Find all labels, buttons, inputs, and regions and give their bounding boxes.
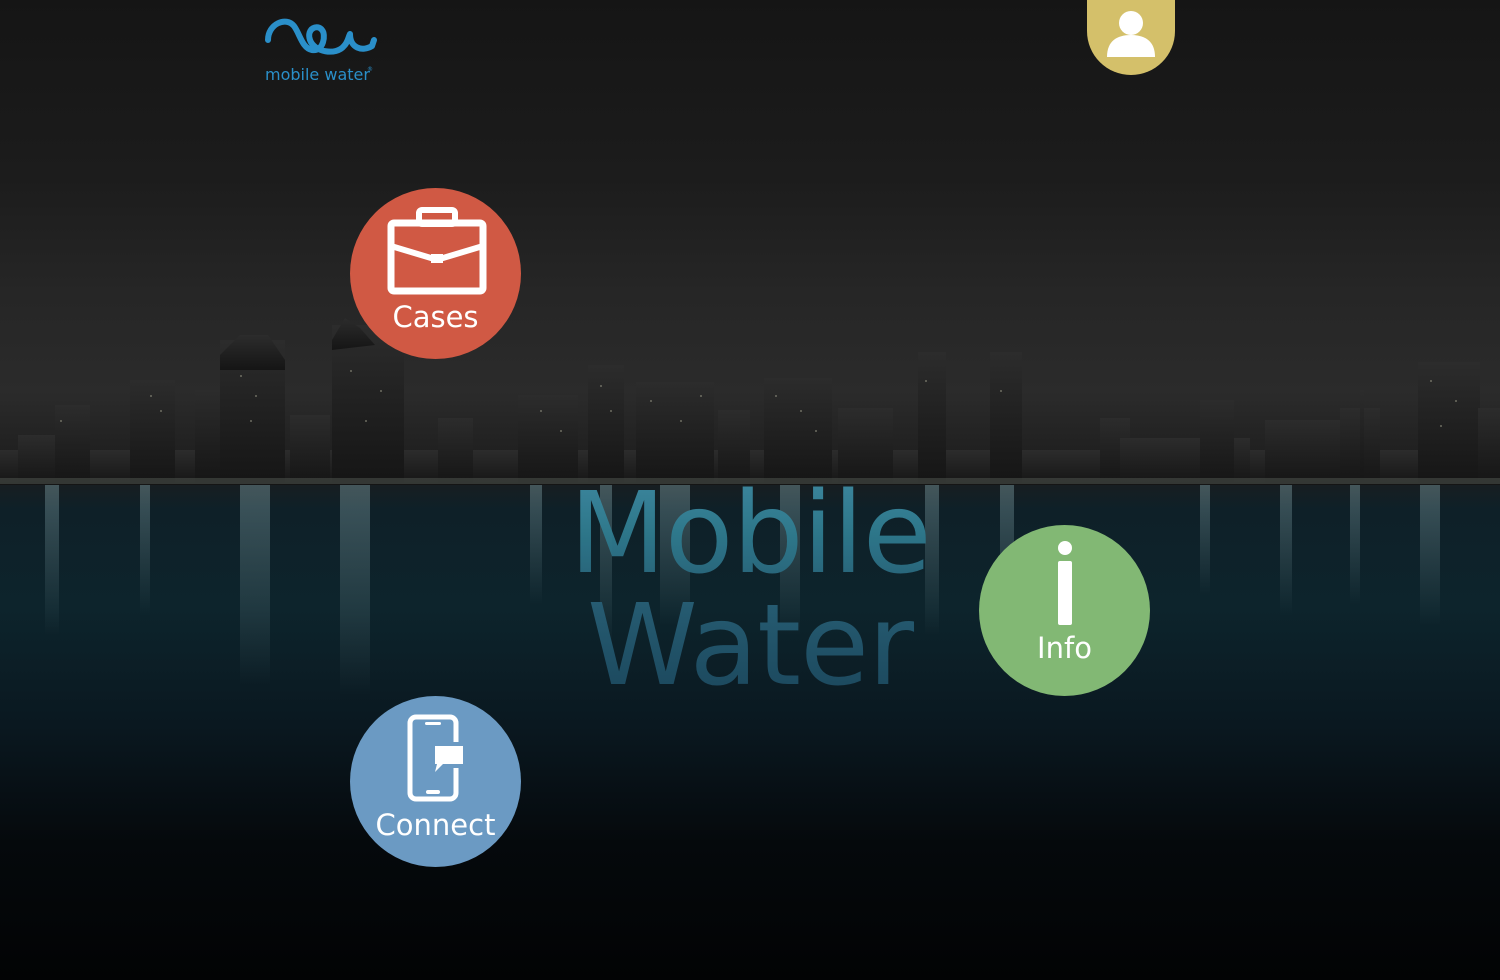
cases-button[interactable]: Cases xyxy=(350,188,521,359)
info-icon xyxy=(1058,541,1072,625)
connect-label: Connect xyxy=(375,808,496,842)
logo-text: mobile water xyxy=(265,65,370,84)
phone-chat-icon xyxy=(407,714,467,802)
hero-title: Mobile Water xyxy=(500,478,1000,702)
info-label: Info xyxy=(1037,631,1092,665)
hero-title-line2: Water xyxy=(586,581,914,711)
user-profile-button[interactable] xyxy=(1087,0,1175,75)
home-screen: mobile water ® Cases Mobile Water Info C… xyxy=(0,0,1500,980)
wave-logo-icon xyxy=(265,18,377,55)
connect-button[interactable]: Connect xyxy=(350,696,521,867)
cases-label: Cases xyxy=(392,300,479,334)
mobile-water-logo[interactable]: mobile water ® xyxy=(262,12,380,88)
user-icon xyxy=(1107,11,1155,57)
hero-title-line1: Mobile xyxy=(569,469,931,599)
briefcase-icon xyxy=(387,207,487,295)
registered-mark: ® xyxy=(367,66,373,73)
info-button[interactable]: Info xyxy=(979,525,1150,696)
